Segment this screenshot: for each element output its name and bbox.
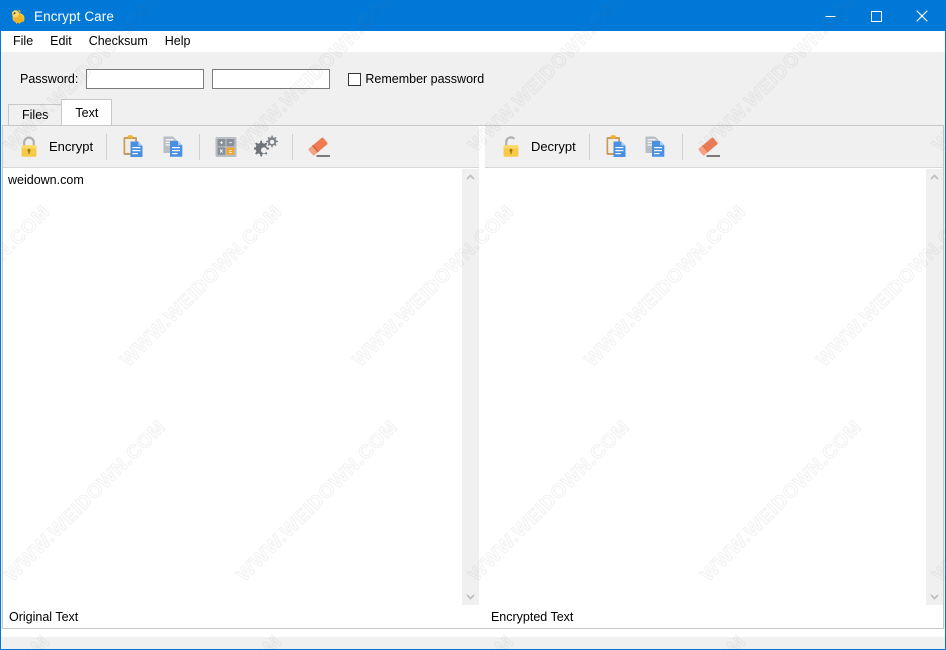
decrypt-button[interactable]: Decrypt xyxy=(491,130,583,164)
tab-strip: Files Text xyxy=(1,99,945,125)
tab-files[interactable]: Files xyxy=(8,104,63,125)
eraser-icon xyxy=(696,134,722,160)
tab-panel-text: Encrypt weidown.com Original Text Decryp… xyxy=(2,125,944,629)
encrypt-button[interactable]: Encrypt xyxy=(9,130,100,164)
menu-item-checksum[interactable]: Checksum xyxy=(84,32,156,51)
checksum-button[interactable] xyxy=(206,130,246,164)
window-title: Encrypt Care xyxy=(34,8,114,24)
remember-password-checkbox[interactable] xyxy=(348,72,362,86)
maximize-button[interactable] xyxy=(853,1,899,31)
copy-button-left[interactable] xyxy=(153,130,193,164)
remember-password-checkbox-group[interactable]: Remember password xyxy=(348,72,484,86)
padlock-closed-icon xyxy=(16,134,42,160)
window-bottom-strip xyxy=(1,629,945,637)
close-button[interactable] xyxy=(899,1,945,31)
encrypted-text-pane: Decrypt Encrypted Text xyxy=(484,126,943,628)
settings-button[interactable] xyxy=(246,130,286,164)
encrypt-toolbar: Encrypt xyxy=(3,126,479,168)
tab-files-label: Files xyxy=(22,108,49,122)
padlock-open-icon xyxy=(498,134,524,160)
original-text-scrollbar[interactable] xyxy=(460,169,479,605)
paste-button-right[interactable] xyxy=(596,130,636,164)
copy-icon xyxy=(643,134,669,160)
scroll-up-icon[interactable] xyxy=(462,169,479,186)
remember-password-label: Remember password xyxy=(365,72,485,86)
scroll-down-icon[interactable] xyxy=(462,588,479,605)
calculator-icon xyxy=(213,134,239,160)
title-bar: Encrypt Care xyxy=(1,1,945,31)
menu-bar: File Edit Checksum Help xyxy=(1,31,945,52)
original-text-pane: Encrypt weidown.com Original Text xyxy=(3,126,479,628)
password-input-confirm[interactable] xyxy=(212,69,331,89)
password-row: Password: Remember password xyxy=(1,59,945,99)
decrypt-button-label: Decrypt xyxy=(530,139,576,154)
encrypted-text-scrollbar[interactable] xyxy=(924,169,943,605)
scroll-up-icon[interactable] xyxy=(926,169,943,186)
encrypt-button-label: Encrypt xyxy=(49,139,94,154)
encrypted-text-status: Encrypted Text xyxy=(484,605,943,628)
menu-item-help[interactable]: Help xyxy=(160,32,199,51)
menu-item-file[interactable]: File xyxy=(8,32,41,51)
scroll-down-icon[interactable] xyxy=(926,588,943,605)
original-text-area-wrap: weidown.com xyxy=(3,168,479,605)
app-window: Encrypt Care File Edit Checksum Help Pas… xyxy=(0,0,946,650)
paste-icon xyxy=(603,134,629,160)
clear-button-right[interactable] xyxy=(689,130,729,164)
toolbar-separator xyxy=(588,133,590,160)
tab-text[interactable]: Text xyxy=(61,99,113,125)
password-input-primary[interactable] xyxy=(86,69,205,89)
menu-item-edit[interactable]: Edit xyxy=(45,32,80,51)
minimize-button[interactable] xyxy=(807,1,853,31)
toolbar-separator xyxy=(199,133,201,160)
chick-icon xyxy=(9,7,27,25)
encrypted-text-input[interactable] xyxy=(484,169,925,605)
paste-button-left[interactable] xyxy=(113,130,153,164)
copy-button-right[interactable] xyxy=(636,130,676,164)
paste-icon xyxy=(120,134,146,160)
decrypt-toolbar: Decrypt xyxy=(484,126,943,168)
gears-icon xyxy=(253,134,279,160)
eraser-icon xyxy=(306,134,332,160)
toolbar-separator xyxy=(292,133,294,160)
original-text-input[interactable]: weidown.com xyxy=(3,169,461,605)
toolbar-separator xyxy=(106,133,108,160)
caption-buttons xyxy=(807,1,945,31)
toolbar-separator xyxy=(681,133,683,160)
copy-icon xyxy=(160,134,186,160)
password-label: Password: xyxy=(20,72,79,86)
original-text-status: Original Text xyxy=(3,605,479,628)
clear-button-left[interactable] xyxy=(299,130,339,164)
encrypted-text-area-wrap xyxy=(484,168,943,605)
tab-text-label: Text xyxy=(75,105,99,120)
